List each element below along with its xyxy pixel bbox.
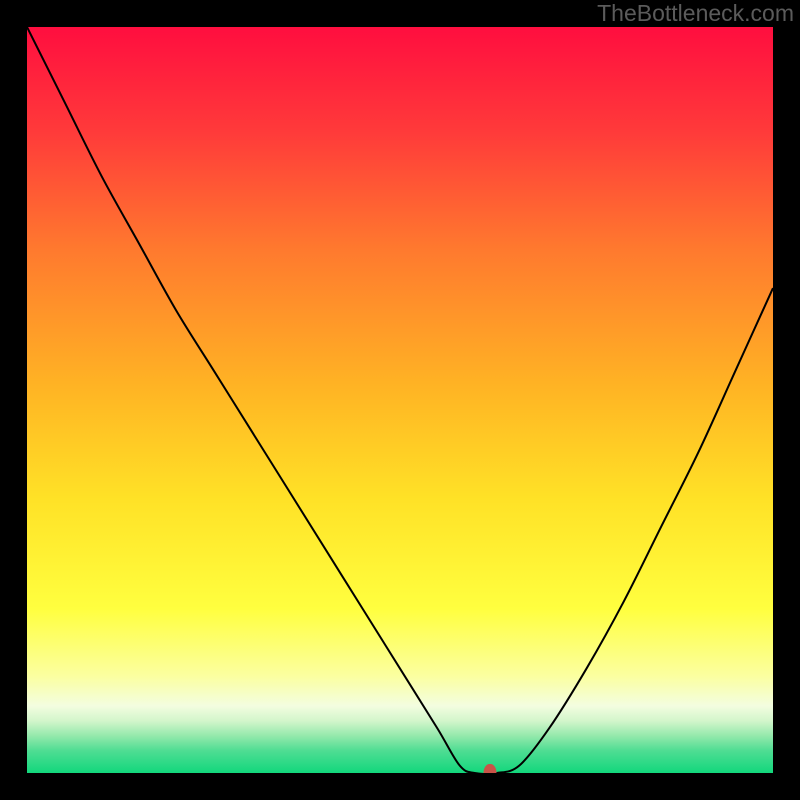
- chart-container: TheBottleneck.com: [0, 0, 800, 800]
- plot-area: [27, 27, 773, 773]
- watermark-text: TheBottleneck.com: [597, 0, 794, 27]
- bottleneck-curve: [27, 27, 773, 773]
